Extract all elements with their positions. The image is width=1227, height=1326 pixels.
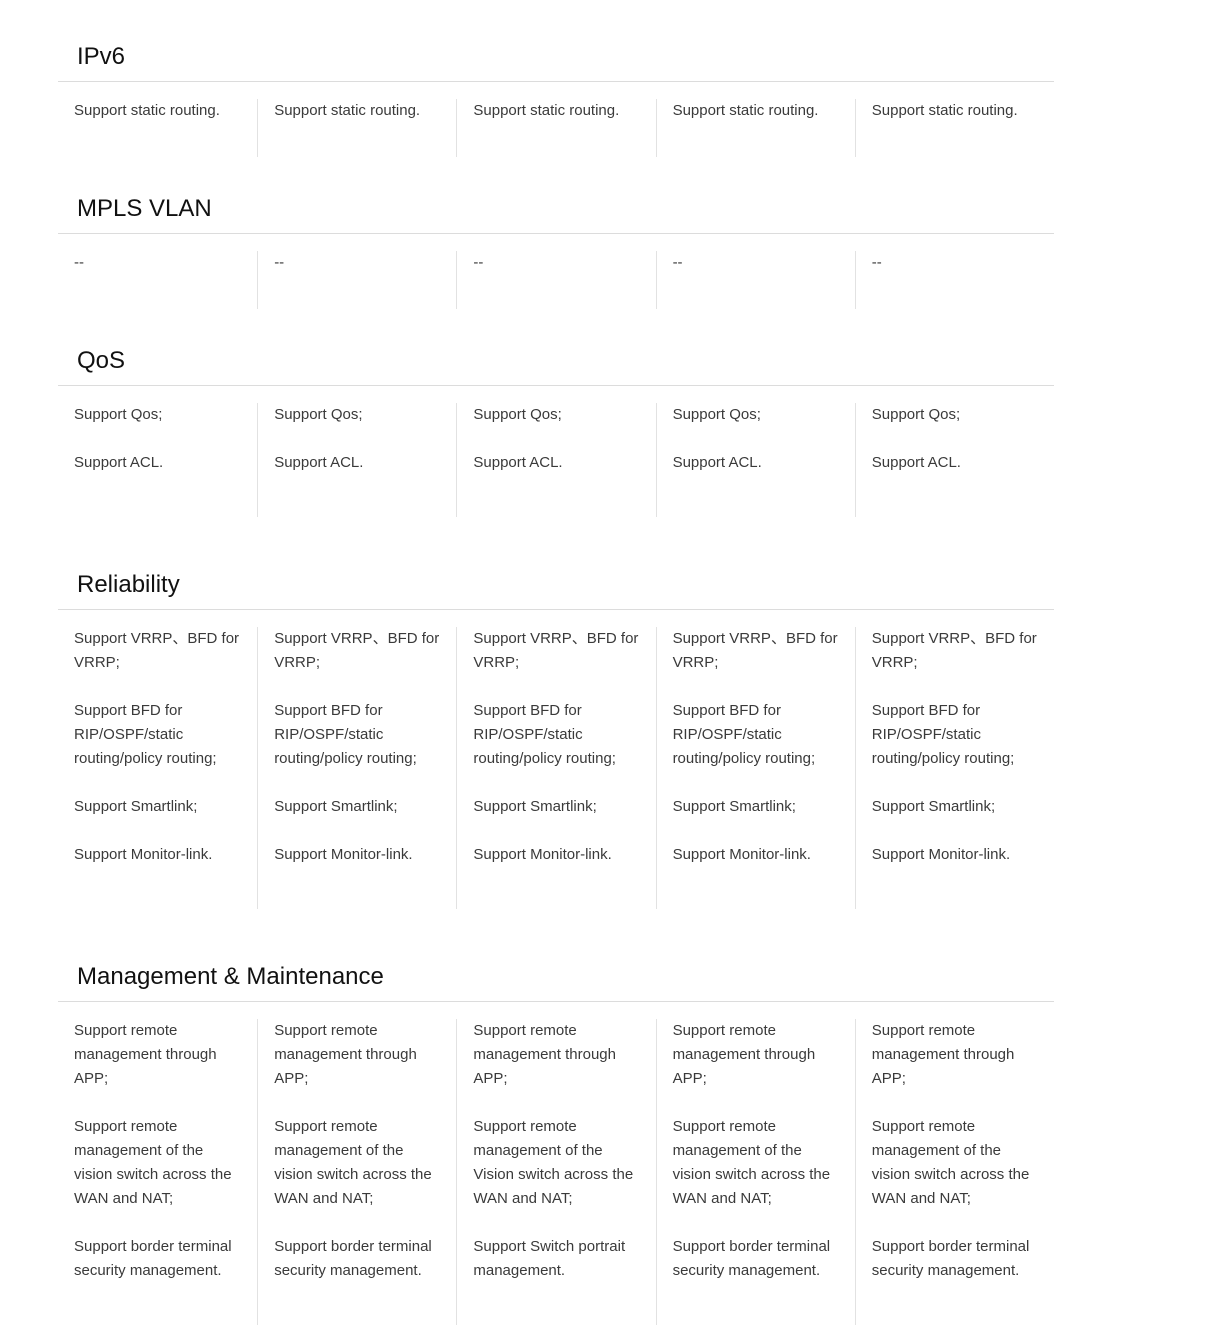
spec-cell: Support VRRP、BFD for VRRP; Support BFD f…: [655, 627, 855, 909]
spec-text: Support remote management through APP;: [473, 1022, 616, 1087]
section-title: Management & Maintenance: [58, 953, 1054, 1002]
section-qos: QoS Support Qos; Support ACL. Support Qo…: [58, 337, 1054, 517]
spec-text: Support Monitor-link.: [871, 846, 1011, 863]
spec-text: Support ACL.: [473, 454, 563, 471]
spec-cell: Support VRRP、BFD for VRRP; Support BFD f…: [58, 627, 257, 909]
spec-text: Support VRRP、BFD for VRRP;: [274, 630, 440, 671]
spec-cell: Support VRRP、BFD for VRRP; Support BFD f…: [257, 627, 456, 909]
spec-row: Support Qos; Support ACL. Support Qos; S…: [58, 386, 1054, 517]
spec-text: --: [274, 254, 285, 271]
spec-cell: --: [854, 251, 1054, 309]
spec-cell: Support Qos; Support ACL.: [456, 403, 655, 517]
spec-text: Support Monitor-link.: [672, 846, 811, 863]
spec-cell: Support remote management through APP; S…: [257, 1019, 456, 1325]
spec-cell: Support static routing.: [58, 99, 257, 157]
spec-text: Support remote management of the vision …: [74, 1118, 232, 1207]
spec-text: Support BFD for RIP/OSPF/static routing/…: [871, 702, 1015, 767]
spec-text: Support ACL.: [672, 454, 762, 471]
spec-text: Support Qos;: [74, 406, 163, 423]
spec-cell: Support static routing.: [655, 99, 855, 157]
spec-text: Support remote management of the vision …: [871, 1118, 1030, 1207]
spec-text: Support BFD for RIP/OSPF/static routing/…: [473, 702, 616, 767]
spec-text: Support static routing.: [274, 102, 421, 119]
section-ipv6: IPv6 Support static routing. Support sta…: [58, 33, 1054, 157]
section-management-maintenance: Management & Maintenance Support remote …: [58, 953, 1054, 1325]
spec-cell: Support remote management through APP; S…: [456, 1019, 655, 1325]
spec-text: Support VRRP、BFD for VRRP;: [74, 630, 240, 671]
spec-text: Support border terminal security managem…: [74, 1238, 232, 1279]
spec-cell: Support Qos; Support ACL.: [58, 403, 257, 517]
spec-text: --: [672, 254, 683, 271]
spec-text: Support Qos;: [672, 406, 761, 423]
spec-text: Support Smartlink;: [274, 798, 398, 815]
spec-cell: --: [655, 251, 855, 309]
spec-text: Support ACL.: [274, 454, 364, 471]
spec-row: Support static routing. Support static r…: [58, 82, 1054, 157]
spec-text: Support remote management through APP;: [672, 1022, 816, 1087]
spec-text: Support BFD for RIP/OSPF/static routing/…: [672, 702, 816, 767]
spec-row: Support remote management through APP; S…: [58, 1002, 1054, 1325]
spec-text: Support Monitor-link.: [74, 846, 213, 863]
spec-text: Support Switch portrait management.: [473, 1238, 626, 1279]
spec-text: --: [74, 254, 84, 271]
spec-text: Support static routing.: [672, 102, 819, 119]
section-title: IPv6: [58, 33, 1054, 82]
spec-text: Support Smartlink;: [473, 798, 597, 815]
spec-cell: Support Qos; Support ACL.: [854, 403, 1054, 517]
section-title: QoS: [58, 337, 1054, 386]
section-title: Reliability: [58, 561, 1054, 610]
spec-text: Support remote management of the vision …: [672, 1118, 831, 1207]
spec-text: Support VRRP、BFD for VRRP;: [871, 630, 1037, 671]
spec-text: Support static routing.: [871, 102, 1018, 119]
spec-text: Support BFD for RIP/OSPF/static routing/…: [74, 702, 217, 767]
spec-cell: --: [257, 251, 456, 309]
spec-text: Support static routing.: [74, 102, 220, 119]
spec-text: Support border terminal security managem…: [672, 1238, 831, 1279]
spec-cell: Support VRRP、BFD for VRRP; Support BFD f…: [854, 627, 1054, 909]
spec-text: Support Smartlink;: [672, 798, 796, 815]
spec-text: Support border terminal security managem…: [871, 1238, 1030, 1279]
spec-text: Support Qos;: [473, 406, 562, 423]
spec-text: Support remote management through APP;: [871, 1022, 1015, 1087]
spec-text: Support BFD for RIP/OSPF/static routing/…: [274, 702, 417, 767]
spec-text: Support remote management through APP;: [74, 1022, 217, 1087]
spec-cell: Support Qos; Support ACL.: [257, 403, 456, 517]
spec-cell: Support remote management through APP; S…: [58, 1019, 257, 1325]
spec-cell: Support static routing.: [456, 99, 655, 157]
section-mpls-vlan: MPLS VLAN -- -- -- -- --: [58, 185, 1054, 309]
spec-cell: Support remote management through APP; S…: [854, 1019, 1054, 1325]
spec-text: Support VRRP、BFD for VRRP;: [473, 630, 639, 671]
spec-text: Support ACL.: [74, 454, 164, 471]
spec-text: Support remote management through APP;: [274, 1022, 417, 1087]
spec-text: Support ACL.: [871, 454, 961, 471]
section-title: MPLS VLAN: [58, 185, 1054, 234]
spec-text: --: [871, 254, 882, 271]
spec-cell: --: [58, 251, 257, 309]
spec-cell: Support VRRP、BFD for VRRP; Support BFD f…: [456, 627, 655, 909]
spec-text: --: [473, 254, 484, 271]
spec-text: Support VRRP、BFD for VRRP;: [672, 630, 838, 671]
spec-text: Support static routing.: [473, 102, 620, 119]
spec-text: Support Qos;: [274, 406, 363, 423]
spec-cell: --: [456, 251, 655, 309]
spec-row: Support VRRP、BFD for VRRP; Support BFD f…: [58, 610, 1054, 909]
spec-text: Support border terminal security managem…: [274, 1238, 432, 1279]
spec-row: -- -- -- -- --: [58, 234, 1054, 309]
spec-text: Support Qos;: [871, 406, 961, 423]
spec-cell: Support Qos; Support ACL.: [655, 403, 855, 517]
spec-cell: Support static routing.: [257, 99, 456, 157]
spec-text: Support Monitor-link.: [274, 846, 413, 863]
spec-text: Support Smartlink;: [74, 798, 198, 815]
section-reliability: Reliability Support VRRP、BFD for VRRP; S…: [58, 561, 1054, 909]
spec-text: Support Smartlink;: [871, 798, 996, 815]
spec-text: Support remote management of the Vision …: [473, 1118, 634, 1207]
spec-cell: Support remote management through APP; S…: [655, 1019, 855, 1325]
spec-cell: Support static routing.: [854, 99, 1054, 157]
spec-text: Support Monitor-link.: [473, 846, 612, 863]
spec-text: Support remote management of the vision …: [274, 1118, 432, 1207]
